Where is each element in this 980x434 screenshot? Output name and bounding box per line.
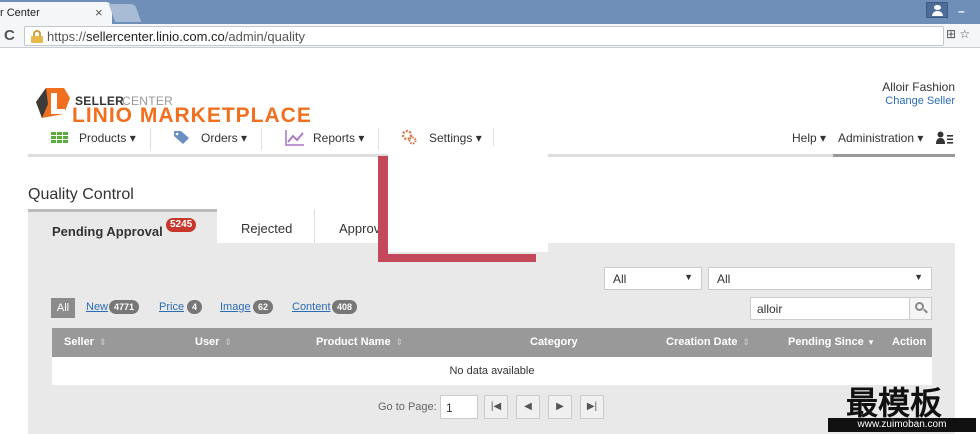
filter-image-link[interactable]: Image (220, 301, 251, 313)
browser-tab[interactable]: r Center × (0, 2, 112, 24)
nav-settings-label: Settings ▾ (429, 131, 482, 145)
lock-icon (31, 30, 43, 43)
quality-content-panel: All ▼ All ▼ All New 4771 Price 4 Image 6… (28, 243, 955, 434)
go-to-page-label: Go to Page: (378, 401, 437, 413)
column-action: Action (892, 336, 927, 348)
profile-icon[interactable] (926, 2, 948, 18)
url-text: https://sellercenter.linio.com.co/admin/… (47, 29, 305, 44)
column-user[interactable]: User ⇕ (195, 336, 232, 348)
table-header: Seller ⇕ User ⇕ Product Name ⇕ Category Cre… (52, 328, 932, 357)
nav-products-label: Products ▾ (79, 131, 136, 145)
reload-icon[interactable]: C (4, 27, 15, 44)
column-seller[interactable]: Seller ⇕ (64, 336, 107, 348)
browser-tab-bar: r Center × – (0, 0, 980, 24)
page-number-input[interactable]: 1 (440, 395, 478, 419)
status-filters: All New 4771 Price 4 Image 62 Content 40… (51, 298, 451, 318)
annotation-highlight-box (378, 156, 536, 262)
chevron-down-icon: ▼ (684, 272, 693, 282)
filter-all-button[interactable]: All (51, 298, 75, 318)
filter-dropdown-2[interactable]: All ▼ (708, 267, 932, 290)
nav-help-label: Help ▾ (792, 131, 827, 145)
user-list-icon (936, 131, 953, 144)
page-number-value: 1 (446, 401, 453, 415)
filter-content-count: 408 (332, 300, 358, 314)
search-input-value: alloir (757, 302, 783, 316)
bookmark-star-icon[interactable]: ⊞ ☆ (946, 27, 970, 41)
nav-divider (378, 128, 379, 150)
watermark-url: www.zuimoban.com (828, 418, 976, 432)
column-pending-since[interactable]: Pending Since ▾ (788, 336, 873, 348)
linio-logo-icon (36, 88, 70, 118)
nav-administration-label: Administration ▾ (838, 131, 924, 145)
first-page-button[interactable]: |◀ (484, 395, 508, 419)
chart-line-icon (285, 130, 304, 146)
filter-dropdown-2-value: All (717, 272, 731, 286)
chevron-down-icon: ▼ (914, 272, 923, 282)
nav-orders-label: Orders ▾ (201, 131, 248, 145)
tab-pending-approval-label: Pending Approval (52, 224, 163, 239)
filter-price-count: 4 (187, 300, 203, 314)
column-category[interactable]: Category (530, 336, 578, 348)
nav-divider (261, 128, 262, 150)
new-tab-button[interactable] (108, 4, 142, 22)
search-input[interactable]: alloir (750, 297, 932, 320)
column-product-name[interactable]: Product Name ⇕ (316, 336, 403, 348)
grid-icon (51, 132, 68, 144)
tab-approved-label: Approv (339, 221, 381, 236)
column-creation-date[interactable]: Creation Date ⇕ (666, 336, 750, 348)
address-bar: C https://sellercenter.linio.com.co/admi… (0, 24, 980, 48)
change-seller-link[interactable]: Change Seller (885, 95, 955, 107)
filter-dropdown-1-value: All (613, 272, 627, 286)
tab-rejected-label: Rejected (241, 221, 293, 236)
page-title: Quality Control (28, 186, 134, 203)
filter-price-link[interactable]: Price (159, 301, 184, 313)
pagination: Go to Page: 1 |◀ ◀ ▶ ▶| (378, 395, 618, 419)
minimize-icon[interactable]: – (958, 4, 965, 18)
table-body: No data available (52, 357, 932, 385)
nav-divider (150, 128, 151, 150)
empty-table-message: No data available (449, 365, 535, 377)
tab-rejected[interactable]: Rejected (217, 209, 315, 243)
tab-pending-approval[interactable]: Pending Approval 5245 (28, 209, 217, 243)
tag-icon (174, 131, 189, 144)
tab-approved[interactable]: Approv (316, 209, 386, 243)
linio-logo[interactable]: SELLER CENTER LINIO MARKETPLACE (34, 84, 311, 127)
pending-count-badge: 5245 (166, 218, 197, 232)
last-page-button[interactable]: ▶| (580, 395, 604, 419)
filter-content-link[interactable]: Content (292, 301, 331, 313)
close-tab-icon[interactable]: × (95, 5, 103, 20)
url-input[interactable]: https://sellercenter.linio.com.co/admin/… (24, 26, 944, 46)
logo-marketplace-text: LINIO MARKETPLACE (72, 104, 312, 127)
search-button[interactable] (909, 298, 931, 319)
filter-image-count: 62 (253, 300, 274, 314)
current-seller-name: Alloir Fashion (882, 80, 955, 94)
filter-new-link[interactable]: New (86, 301, 108, 313)
next-page-button[interactable]: ▶ (548, 395, 572, 419)
browser-tab-title: r Center (0, 7, 40, 19)
filter-dropdown-1[interactable]: All ▼ (604, 267, 702, 290)
prev-page-button[interactable]: ◀ (516, 395, 540, 419)
gear-icon (401, 129, 417, 145)
nav-reports-label: Reports ▾ (313, 131, 365, 145)
filter-new-count: 4771 (109, 300, 140, 314)
